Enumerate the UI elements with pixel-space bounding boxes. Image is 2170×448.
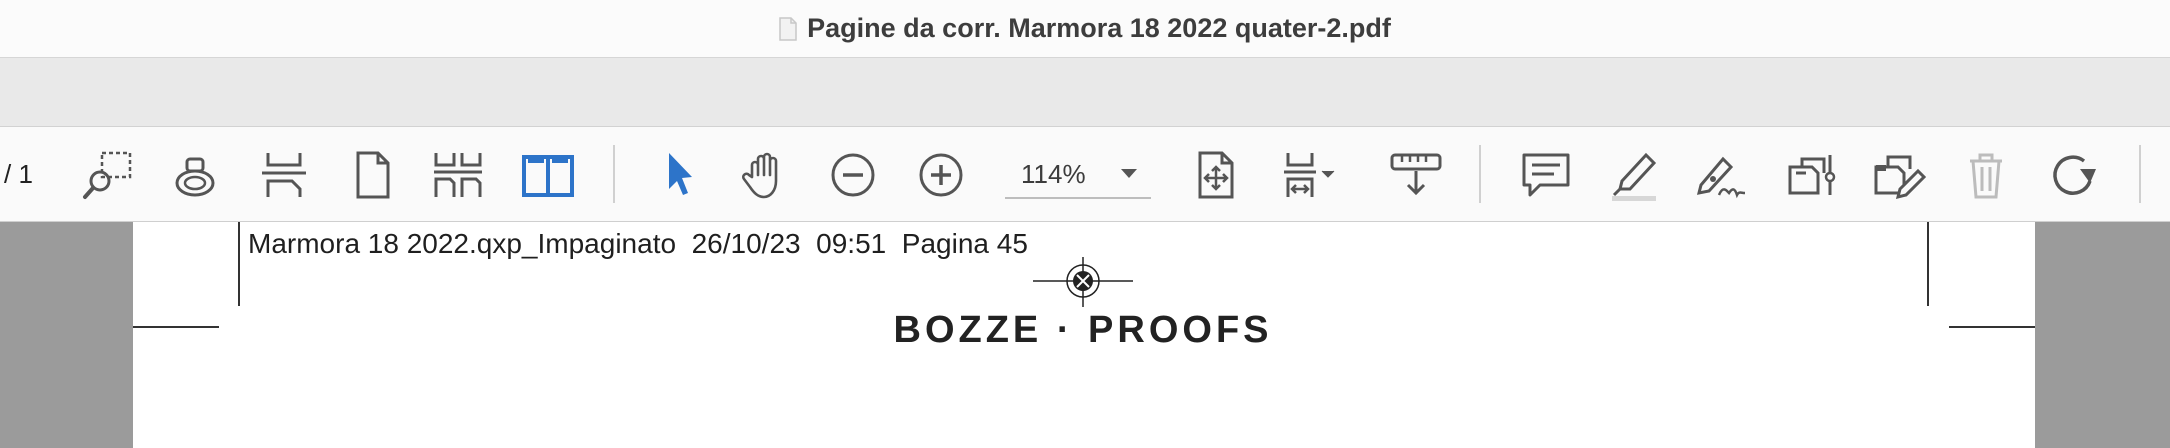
two-page-icon bbox=[522, 155, 574, 197]
ink-saver-button[interactable] bbox=[165, 145, 225, 205]
page-break-button[interactable] bbox=[254, 145, 314, 205]
arrow-pointer-icon bbox=[669, 153, 692, 195]
continuous-pages-button[interactable] bbox=[428, 145, 488, 205]
single-page-icon bbox=[356, 151, 390, 199]
form-field-button[interactable] bbox=[1780, 145, 1840, 205]
fit-page-icon bbox=[1198, 151, 1234, 199]
document-icon bbox=[779, 16, 797, 41]
pdf-page: Marmora 18 2022.qxp_Impaginato 26/10/23 … bbox=[133, 222, 2035, 448]
crop-mark bbox=[133, 326, 219, 328]
highlighter-icon bbox=[1612, 152, 1657, 201]
tab-strip bbox=[0, 58, 2170, 127]
hand-tool-button[interactable] bbox=[736, 145, 796, 205]
ruler-icon bbox=[1390, 153, 1442, 196]
two-page-button[interactable] bbox=[518, 145, 578, 205]
page-break-icon bbox=[262, 153, 306, 197]
marquee-zoom-button[interactable] bbox=[78, 145, 138, 205]
trash-icon bbox=[1970, 153, 2002, 199]
delete-button[interactable] bbox=[1956, 145, 2016, 205]
window-title: Pagine da corr. Marmora 18 2022 quater-2… bbox=[807, 13, 1391, 43]
fit-page-button[interactable] bbox=[1186, 145, 1246, 205]
marquee-zoom-icon bbox=[83, 151, 132, 199]
continuous-pages-icon bbox=[434, 153, 482, 197]
chevron-down-icon bbox=[1121, 169, 1137, 178]
toolbar: / 1 114% bbox=[0, 127, 2170, 222]
zoom-in-button[interactable] bbox=[911, 145, 971, 205]
toolbar-separator bbox=[613, 145, 615, 203]
highlight-button[interactable] bbox=[1604, 145, 1664, 205]
comment-button[interactable] bbox=[1516, 145, 1576, 205]
page-count: / 1 bbox=[4, 159, 33, 189]
crop-mark bbox=[1927, 222, 1929, 306]
signature-pen-icon bbox=[1696, 156, 1746, 199]
single-page-button[interactable] bbox=[342, 145, 402, 205]
fit-width-button[interactable] bbox=[1280, 145, 1340, 205]
edit-text-button[interactable] bbox=[1868, 145, 1928, 205]
rotate-button[interactable] bbox=[2044, 145, 2104, 205]
title-bar: Pagine da corr. Marmora 18 2022 quater-2… bbox=[0, 0, 2170, 58]
ink-bottle-icon bbox=[175, 157, 215, 197]
document-viewer[interactable]: Marmora 18 2022.qxp_Impaginato 26/10/23 … bbox=[0, 222, 2170, 448]
hand-icon bbox=[742, 152, 778, 199]
zoom-in-icon bbox=[919, 153, 963, 197]
rotate-icon bbox=[2053, 155, 2096, 195]
toolbar-separator bbox=[2139, 145, 2141, 203]
zoom-value: 114% bbox=[1021, 159, 1086, 189]
edit-document-icon bbox=[1874, 155, 1926, 200]
registration-mark-icon bbox=[1033, 257, 1133, 307]
zoom-select[interactable]: 114% bbox=[1005, 153, 1151, 199]
sign-button[interactable] bbox=[1691, 145, 1751, 205]
crop-mark bbox=[238, 222, 240, 306]
zoom-out-button[interactable] bbox=[823, 145, 883, 205]
toolbar-separator bbox=[1479, 145, 1481, 203]
fit-width-icon bbox=[1284, 153, 1335, 197]
zoom-out-icon bbox=[831, 153, 875, 197]
slug-line: Marmora 18 2022.qxp_Impaginato 26/10/23 … bbox=[248, 228, 1028, 259]
select-tool-button[interactable] bbox=[650, 145, 710, 205]
ruler-button[interactable] bbox=[1386, 145, 1446, 205]
proofs-heading: BOZZE · PROOFS bbox=[893, 309, 1273, 351]
crop-mark bbox=[1949, 326, 2035, 328]
comment-icon bbox=[1522, 153, 1570, 197]
form-field-icon bbox=[1788, 155, 1836, 195]
